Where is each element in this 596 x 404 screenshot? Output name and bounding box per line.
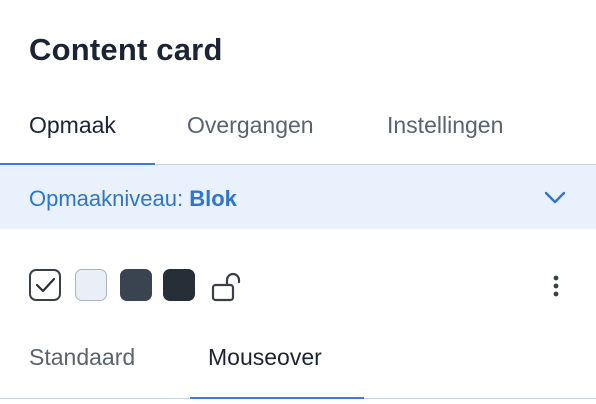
swatch-light[interactable] (75, 269, 107, 301)
lock-open-icon[interactable] (210, 271, 246, 303)
panel-title: Content card (29, 32, 223, 67)
opmaakniveau-dropdown[interactable]: Opmaakniveau: Blok (0, 165, 596, 229)
tab-overgangen[interactable]: Overgangen (187, 112, 314, 139)
checkmark-icon (35, 277, 56, 293)
main-tabs: Opmaak Overgangen Instellingen (0, 104, 596, 165)
swatch-selected[interactable] (29, 269, 61, 301)
content-card-panel: Content card Opmaak Overgangen Instellin… (0, 0, 596, 404)
chevron-down-icon (544, 191, 566, 204)
level-label: Opmaakniveau: (29, 186, 184, 211)
tab-standaard[interactable]: Standaard (29, 344, 135, 371)
swatch-dark[interactable] (163, 269, 195, 301)
level-value: Blok (189, 186, 237, 211)
more-options-icon[interactable] (548, 272, 564, 302)
state-tabs: Standaard Mouseover (0, 330, 596, 399)
tab-opmaak[interactable]: Opmaak (29, 112, 116, 139)
opmaakniveau-label: Opmaakniveau: Blok (29, 186, 237, 212)
style-swatches (0, 262, 596, 312)
tab-instellingen[interactable]: Instellingen (387, 112, 503, 139)
tab-mouseover[interactable]: Mouseover (208, 344, 322, 371)
swatch-medium-dark[interactable] (120, 269, 152, 301)
active-subtab-indicator (190, 397, 364, 399)
